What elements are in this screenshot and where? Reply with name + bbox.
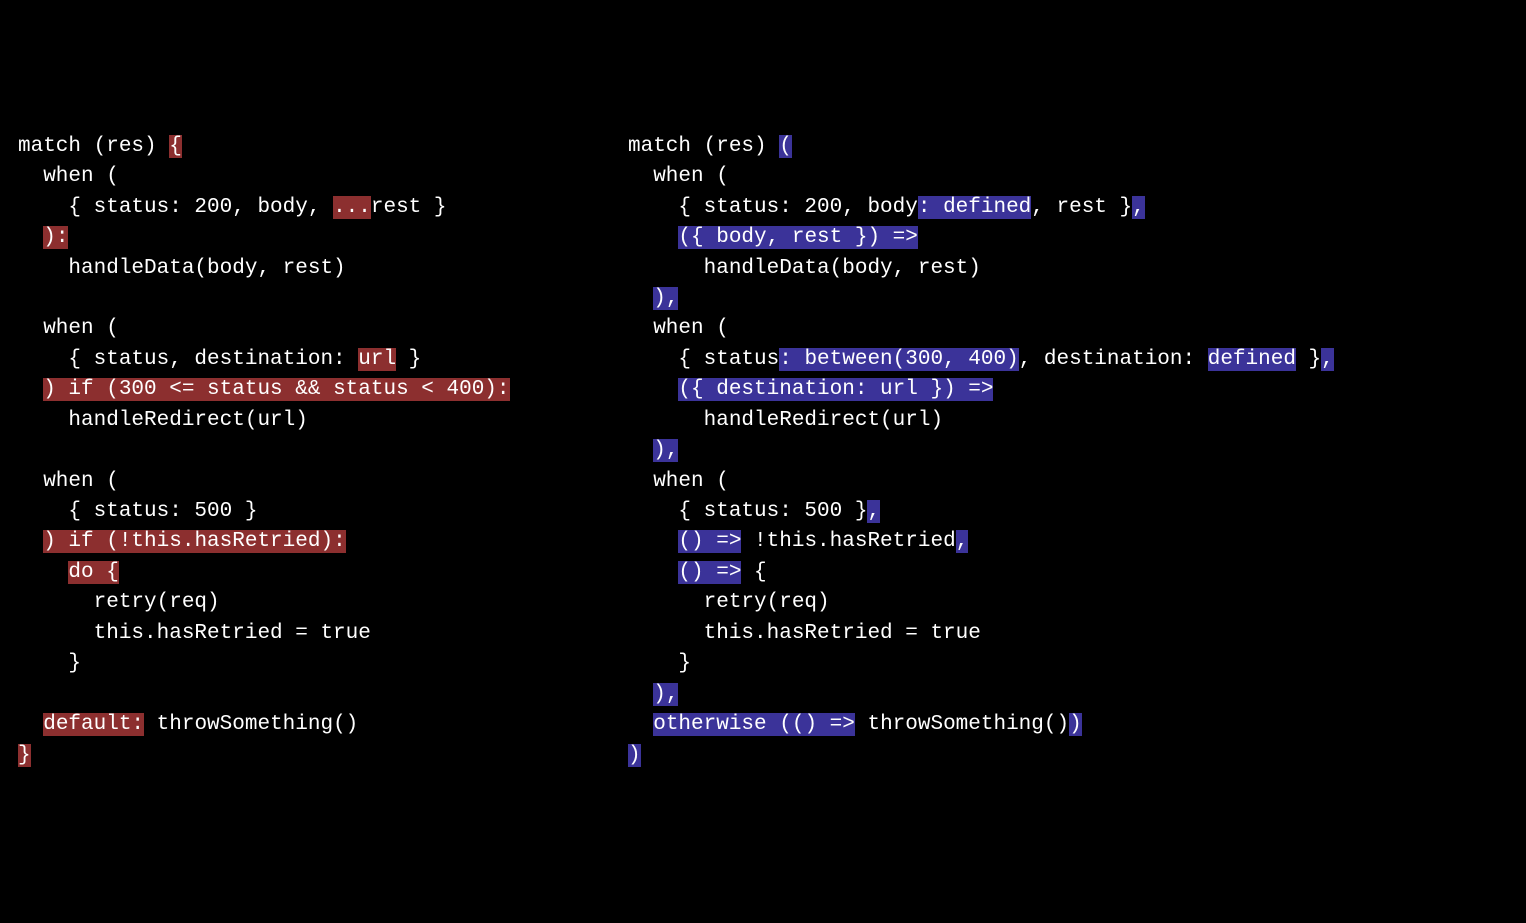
code-highlight-blue: ), [653, 287, 678, 310]
code-text: this.hasRetried = true [18, 622, 371, 645]
code-text: match (res) [18, 135, 169, 158]
code-text: retry(req) [628, 591, 830, 614]
code-text: { status: 200, body [628, 196, 918, 219]
code-text: throwSomething() [855, 713, 1069, 736]
code-highlight-red: } [18, 744, 31, 767]
code-text [628, 683, 653, 706]
code-highlight-blue: ( [779, 135, 792, 158]
code-text: , rest } [1031, 196, 1132, 219]
code-text: !this.hasRetried [741, 530, 955, 553]
code-text [628, 713, 653, 736]
code-highlight-blue: ) [1069, 713, 1082, 736]
code-text: , destination: [1019, 348, 1208, 371]
code-highlight-red: url [358, 348, 396, 371]
code-text: match (res) [628, 135, 779, 158]
code-highlight-blue: , [1132, 196, 1145, 219]
code-text [18, 561, 68, 584]
code-text: handleRedirect(url) [18, 409, 308, 432]
code-text [18, 713, 43, 736]
code-highlight-blue: : defined [918, 196, 1031, 219]
code-highlight-red: do { [68, 561, 118, 584]
code-text: when ( [18, 317, 119, 340]
code-text [628, 226, 678, 249]
code-text [628, 530, 678, 553]
code-text: } [628, 652, 691, 675]
code-comparison: match (res) { when ( { status: 200, body… [18, 132, 1508, 771]
code-highlight-blue: : between(300, 400) [779, 348, 1018, 371]
code-text: { [741, 561, 766, 584]
code-highlight-blue: , [1321, 348, 1334, 371]
code-text: handleData(body, rest) [628, 257, 981, 280]
code-text: handleRedirect(url) [628, 409, 943, 432]
code-text: when ( [628, 470, 729, 493]
code-text: { status: 200, body, [18, 196, 333, 219]
code-highlight-blue: , [956, 530, 969, 553]
left-code-block: match (res) { when ( { status: 200, body… [18, 132, 628, 771]
code-highlight-red: ) if (!this.hasRetried): [43, 530, 345, 553]
code-text: } [1296, 348, 1321, 371]
code-text: { status: 500 } [18, 500, 257, 523]
code-highlight-blue: ({ destination: url }) => [678, 378, 993, 401]
code-text [18, 378, 43, 401]
code-text: when ( [628, 317, 729, 340]
code-highlight-blue: otherwise (() => [653, 713, 855, 736]
code-highlight-red: { [169, 135, 182, 158]
code-text [18, 530, 43, 553]
code-highlight-red: ): [43, 226, 68, 249]
code-highlight-blue: , [867, 500, 880, 523]
code-text: handleData(body, rest) [18, 257, 346, 280]
code-text [628, 561, 678, 584]
code-text: } [18, 652, 81, 675]
code-highlight-red: ) if (300 <= status && status < 400): [43, 378, 509, 401]
code-highlight-red: default: [43, 713, 144, 736]
code-highlight-blue: ({ body, rest }) => [678, 226, 917, 249]
code-highlight-red: ... [333, 196, 371, 219]
code-text: } [396, 348, 421, 371]
code-text: when ( [18, 165, 119, 188]
code-text: retry(req) [18, 591, 220, 614]
code-text: throwSomething() [144, 713, 358, 736]
code-highlight-blue: ), [653, 439, 678, 462]
code-text [628, 287, 653, 310]
code-highlight-blue: defined [1208, 348, 1296, 371]
code-text [628, 439, 653, 462]
code-text: when ( [18, 470, 119, 493]
code-text [18, 226, 43, 249]
code-text: { status [628, 348, 779, 371]
code-highlight-blue: ), [653, 683, 678, 706]
code-text: { status, destination: [18, 348, 358, 371]
code-highlight-blue: ) [628, 744, 641, 767]
code-text: { status: 500 } [628, 500, 867, 523]
code-text: when ( [628, 165, 729, 188]
code-text [628, 378, 678, 401]
code-highlight-blue: () => [678, 530, 741, 553]
code-highlight-blue: () => [678, 561, 741, 584]
code-text: this.hasRetried = true [628, 622, 981, 645]
right-code-block: match (res) ( when ( { status: 200, body… [628, 132, 1526, 771]
code-text: rest } [371, 196, 447, 219]
